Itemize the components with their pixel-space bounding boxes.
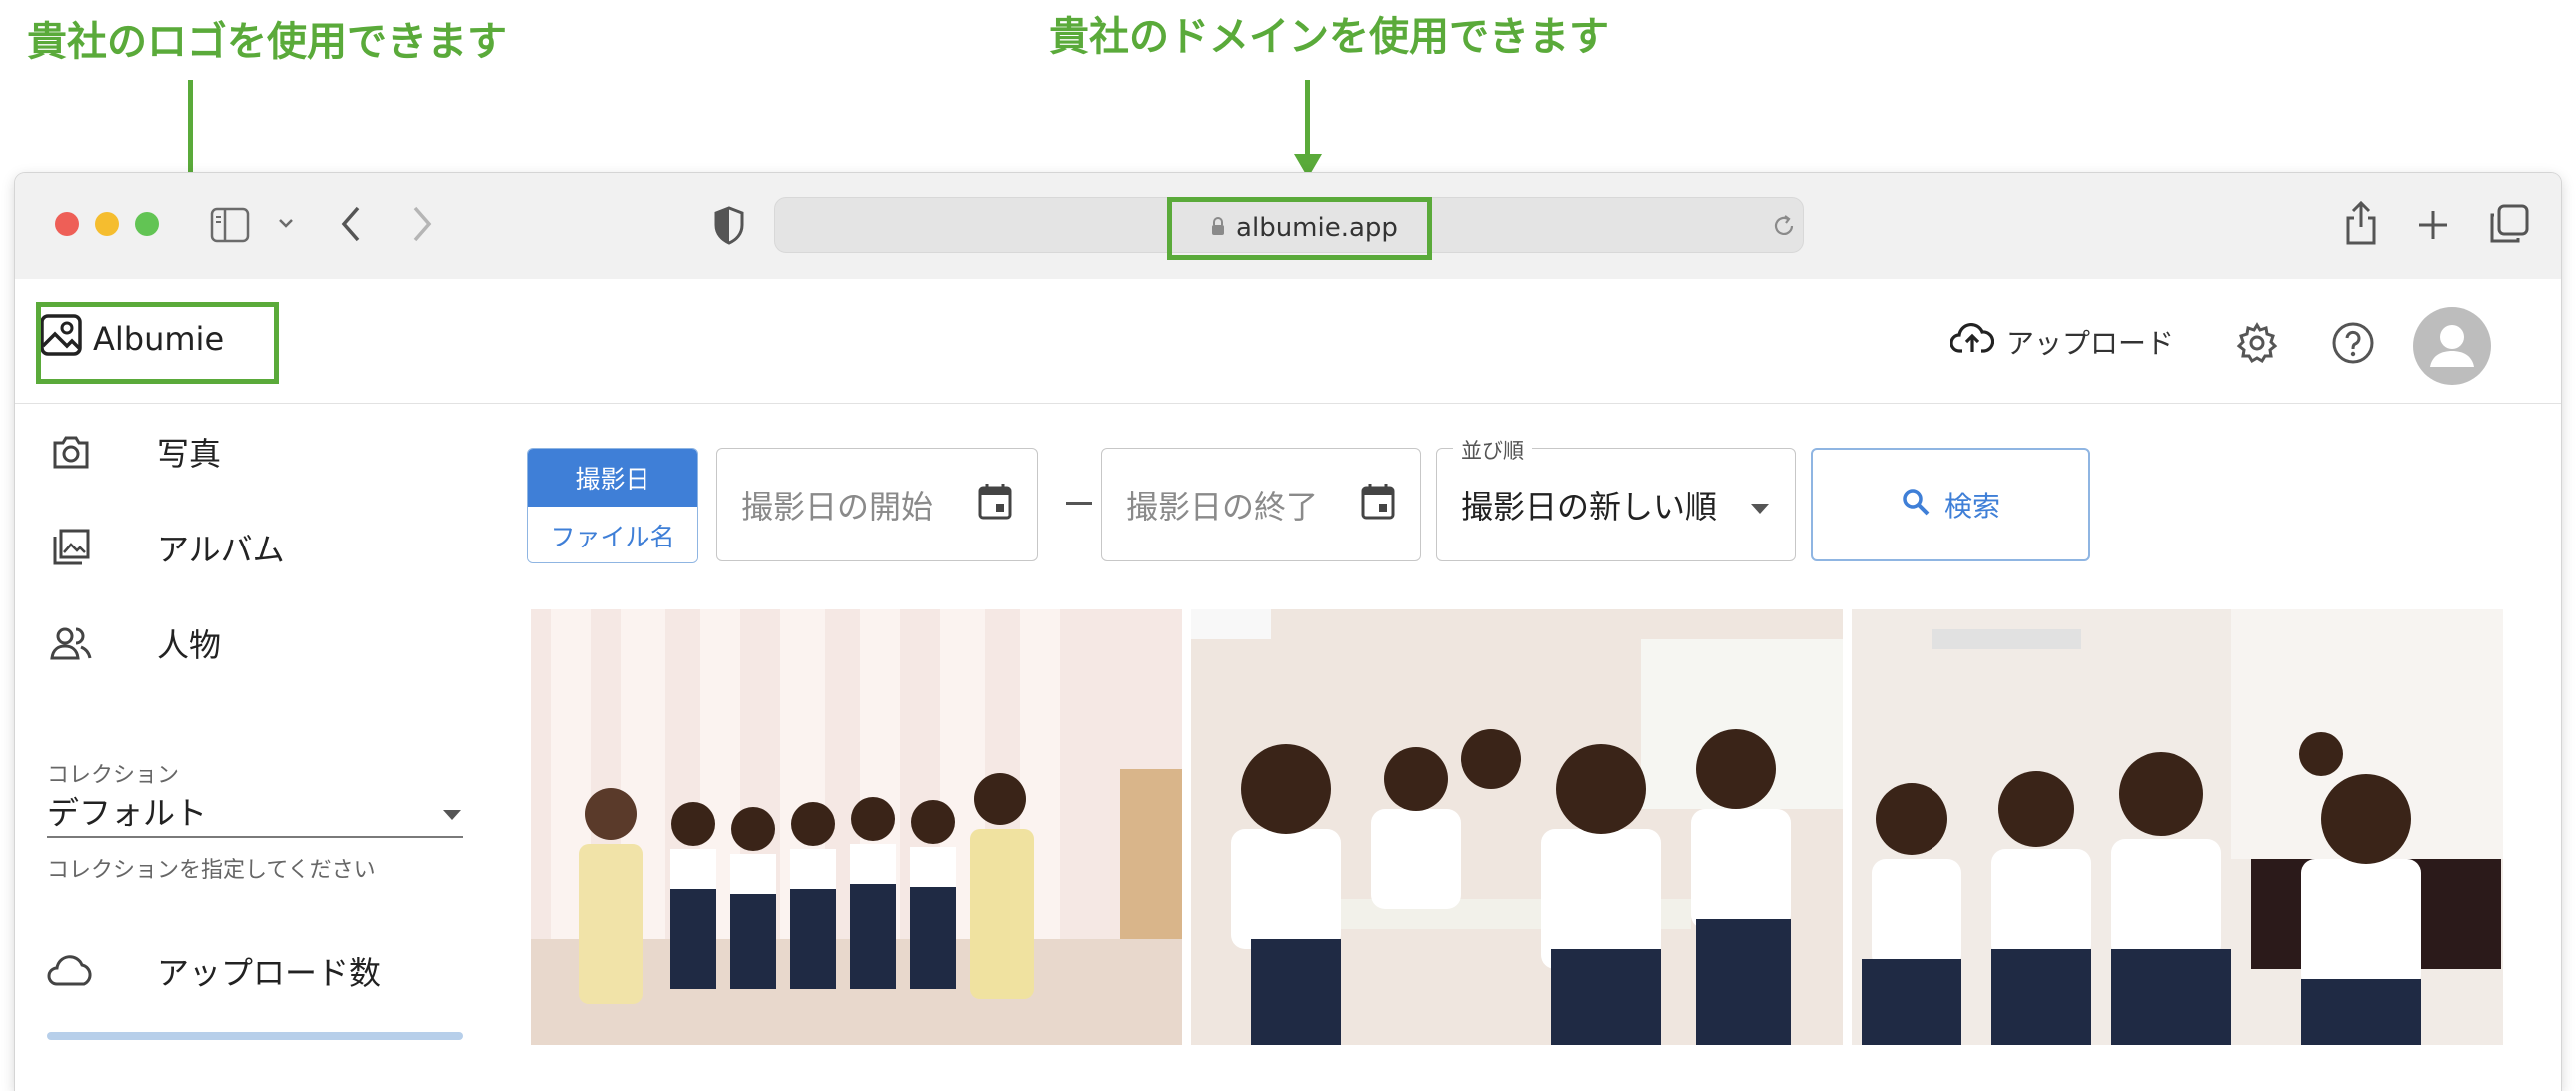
range-separator bbox=[1066, 502, 1092, 505]
upload-progress-bar bbox=[47, 1032, 463, 1040]
upload-count-label: アップロード数 bbox=[157, 954, 382, 992]
browser-window: albumie.app Albumie アップロード 写真 アルバム 人物 コレ… bbox=[15, 173, 2561, 1091]
search-mode-toggle: 撮影日 ファイル名 bbox=[527, 448, 698, 563]
photo-thumbnail[interactable] bbox=[1852, 609, 2503, 1045]
logo-annotation: 貴社のロゴを使用できます bbox=[27, 19, 507, 65]
app-header: Albumie アップロード bbox=[15, 279, 2561, 404]
calendar-icon[interactable] bbox=[977, 481, 1013, 529]
date-end-placeholder: 撮影日の終了 bbox=[1126, 488, 1319, 526]
new-tab-icon[interactable] bbox=[2415, 207, 2451, 247]
close-window-button[interactable] bbox=[55, 212, 79, 236]
minimize-window-button[interactable] bbox=[95, 212, 119, 236]
photo-thumbnail[interactable] bbox=[1191, 609, 1843, 1045]
dropdown-arrow-icon bbox=[441, 792, 463, 830]
sidebar: 写真 アルバム 人物 コレクション デフォルト コレクションを指定してください bbox=[15, 403, 475, 1091]
cloud-upload-icon bbox=[1949, 321, 1995, 362]
sidebar-item-photos[interactable]: 写真 bbox=[47, 428, 221, 476]
sidebar-item-albums[interactable]: アルバム bbox=[47, 524, 285, 571]
gear-icon[interactable] bbox=[2235, 321, 2279, 369]
sort-label: 並び順 bbox=[1453, 435, 1532, 465]
cloud-icon bbox=[47, 947, 95, 995]
collection-select[interactable]: デフォルト bbox=[47, 786, 463, 838]
album-icon bbox=[47, 524, 95, 571]
calendar-icon[interactable] bbox=[1360, 481, 1396, 529]
sidebar-toggle-icon[interactable] bbox=[210, 207, 250, 247]
sort-select[interactable]: 並び順 撮影日の新しい順 bbox=[1436, 435, 1796, 561]
reload-icon[interactable] bbox=[1771, 213, 1797, 243]
chevron-down-icon[interactable] bbox=[277, 215, 295, 234]
sidebar-item-label: 人物 bbox=[157, 626, 222, 664]
search-label: 検索 bbox=[1943, 490, 2000, 523]
upload-label: アップロード bbox=[2006, 326, 2175, 360]
share-icon[interactable] bbox=[2343, 199, 2379, 251]
people-icon bbox=[47, 619, 95, 667]
maximize-window-button[interactable] bbox=[135, 212, 159, 236]
domain-highlight-box bbox=[1167, 197, 1432, 260]
sort-value: 撮影日の新しい順 bbox=[1461, 488, 1718, 526]
domain-arrow-shaft bbox=[1305, 80, 1310, 158]
logo-highlight-box bbox=[36, 302, 279, 384]
photo-thumbnail[interactable] bbox=[531, 609, 1182, 1045]
date-start-field[interactable]: 撮影日の開始 bbox=[716, 448, 1038, 561]
camera-icon bbox=[47, 428, 95, 476]
forward-icon[interactable] bbox=[409, 203, 435, 249]
sidebar-item-people[interactable]: 人物 bbox=[47, 619, 221, 667]
avatar[interactable] bbox=[2413, 307, 2491, 385]
collection-value: デフォルト bbox=[47, 794, 208, 832]
mode-shooting-date[interactable]: 撮影日 bbox=[528, 449, 697, 507]
sidebar-item-label: 写真 bbox=[157, 435, 222, 473]
collection-label: コレクション bbox=[47, 763, 180, 788]
sidebar-item-label: アルバム bbox=[157, 531, 285, 568]
domain-annotation: 貴社のドメインを使用できます bbox=[1049, 14, 1609, 60]
privacy-shield-icon[interactable] bbox=[712, 205, 746, 249]
tab-overview-icon[interactable] bbox=[2488, 203, 2530, 249]
collection-help-text: コレクションを指定してください bbox=[47, 858, 376, 883]
back-icon[interactable] bbox=[338, 203, 364, 249]
date-start-placeholder: 撮影日の開始 bbox=[741, 488, 934, 526]
help-icon[interactable] bbox=[2331, 321, 2375, 369]
mode-file-name[interactable]: ファイル名 bbox=[528, 507, 697, 562]
search-icon bbox=[1901, 487, 1931, 524]
dropdown-arrow-icon bbox=[1749, 486, 1771, 524]
search-button[interactable]: 検索 bbox=[1811, 448, 2090, 561]
upload-count-item: アップロード数 bbox=[47, 947, 381, 995]
date-end-field[interactable]: 撮影日の終了 bbox=[1101, 448, 1421, 561]
upload-button[interactable]: アップロード bbox=[1949, 321, 2175, 362]
